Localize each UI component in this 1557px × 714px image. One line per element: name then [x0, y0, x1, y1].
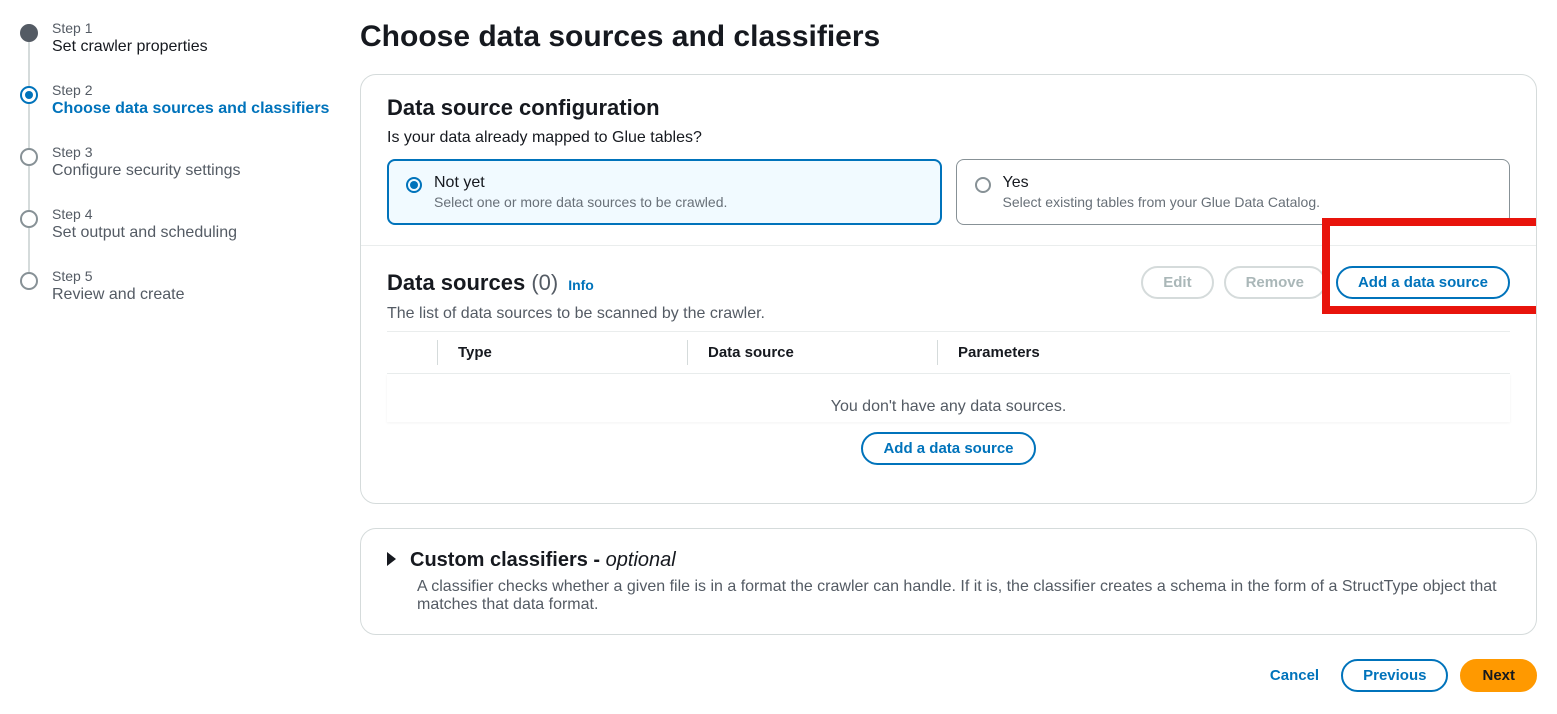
optional-label: optional — [606, 549, 676, 571]
step-label: Review and create — [52, 286, 185, 304]
empty-state-text: You don't have any data sources. — [387, 374, 1510, 422]
caret-right-icon — [387, 552, 396, 566]
edit-button[interactable]: Edit — [1141, 266, 1213, 299]
step-circle-completed-icon — [20, 24, 38, 42]
step-circle-icon — [20, 272, 38, 290]
radio-not-yet[interactable]: Not yet Select one or more data sources … — [387, 159, 942, 225]
remove-button[interactable]: Remove — [1224, 266, 1326, 299]
step-label: Set crawler properties — [52, 38, 208, 56]
column-data-source: Data source — [687, 340, 937, 365]
radio-label: Yes — [1003, 174, 1321, 192]
classifiers-title: Custom classifiers - — [410, 549, 600, 571]
classifiers-desc: A classifier checks whether a given file… — [417, 578, 1510, 614]
data-sources-count: (0) — [531, 270, 558, 295]
step-5[interactable]: Step 5 Review and create — [20, 268, 340, 304]
column-parameters: Parameters — [937, 340, 1510, 365]
config-title: Data source configuration — [387, 95, 1510, 121]
step-4[interactable]: Step 4 Set output and scheduling — [20, 206, 340, 268]
page-title: Choose data sources and classifiers — [360, 20, 1537, 54]
step-circle-icon — [20, 148, 38, 166]
wizard-stepper: Step 1 Set crawler properties Step 2 Cho… — [20, 20, 360, 692]
radio-desc: Select existing tables from your Glue Da… — [1003, 194, 1321, 210]
step-circle-active-icon — [20, 86, 38, 104]
radio-desc: Select one or more data sources to be cr… — [434, 194, 727, 210]
step-number: Step 4 — [52, 206, 237, 222]
main-content: Choose data sources and classifiers Data… — [360, 20, 1537, 692]
radio-unselected-icon — [975, 177, 991, 193]
data-sources-title: Data sources (0) — [387, 270, 558, 296]
radio-label: Not yet — [434, 174, 727, 192]
previous-button[interactable]: Previous — [1341, 659, 1448, 692]
config-question: Is your data already mapped to Glue tabl… — [387, 129, 1510, 147]
add-data-source-button[interactable]: Add a data source — [1336, 266, 1510, 299]
step-number: Step 2 — [52, 82, 329, 98]
cancel-button[interactable]: Cancel — [1260, 659, 1329, 692]
info-link[interactable]: Info — [568, 277, 594, 293]
next-button[interactable]: Next — [1460, 659, 1537, 692]
step-label: Set output and scheduling — [52, 224, 237, 242]
step-circle-icon — [20, 210, 38, 228]
step-2[interactable]: Step 2 Choose data sources and classifie… — [20, 82, 340, 144]
data-source-config-panel: Data source configuration Is your data a… — [360, 74, 1537, 504]
classifiers-toggle[interactable]: Custom classifiers - optional — [387, 549, 1510, 572]
step-number: Step 3 — [52, 144, 241, 160]
custom-classifiers-panel: Custom classifiers - optional A classifi… — [360, 528, 1537, 635]
step-3[interactable]: Step 3 Configure security settings — [20, 144, 340, 206]
step-label: Configure security settings — [52, 162, 241, 180]
step-label: Choose data sources and classifiers — [52, 100, 329, 118]
radio-yes[interactable]: Yes Select existing tables from your Glu… — [956, 159, 1511, 225]
column-type: Type — [437, 340, 687, 365]
column-checkbox — [387, 340, 437, 365]
data-sources-desc: The list of data sources to be scanned b… — [387, 305, 1510, 323]
step-number: Step 5 — [52, 268, 185, 284]
radio-selected-icon — [406, 177, 422, 193]
empty-add-data-source-button[interactable]: Add a data source — [861, 432, 1035, 465]
data-sources-table-header: Type Data source Parameters — [387, 331, 1510, 374]
step-1[interactable]: Step 1 Set crawler properties — [20, 20, 340, 82]
step-number: Step 1 — [52, 20, 208, 36]
wizard-footer: Cancel Previous Next — [360, 659, 1537, 692]
